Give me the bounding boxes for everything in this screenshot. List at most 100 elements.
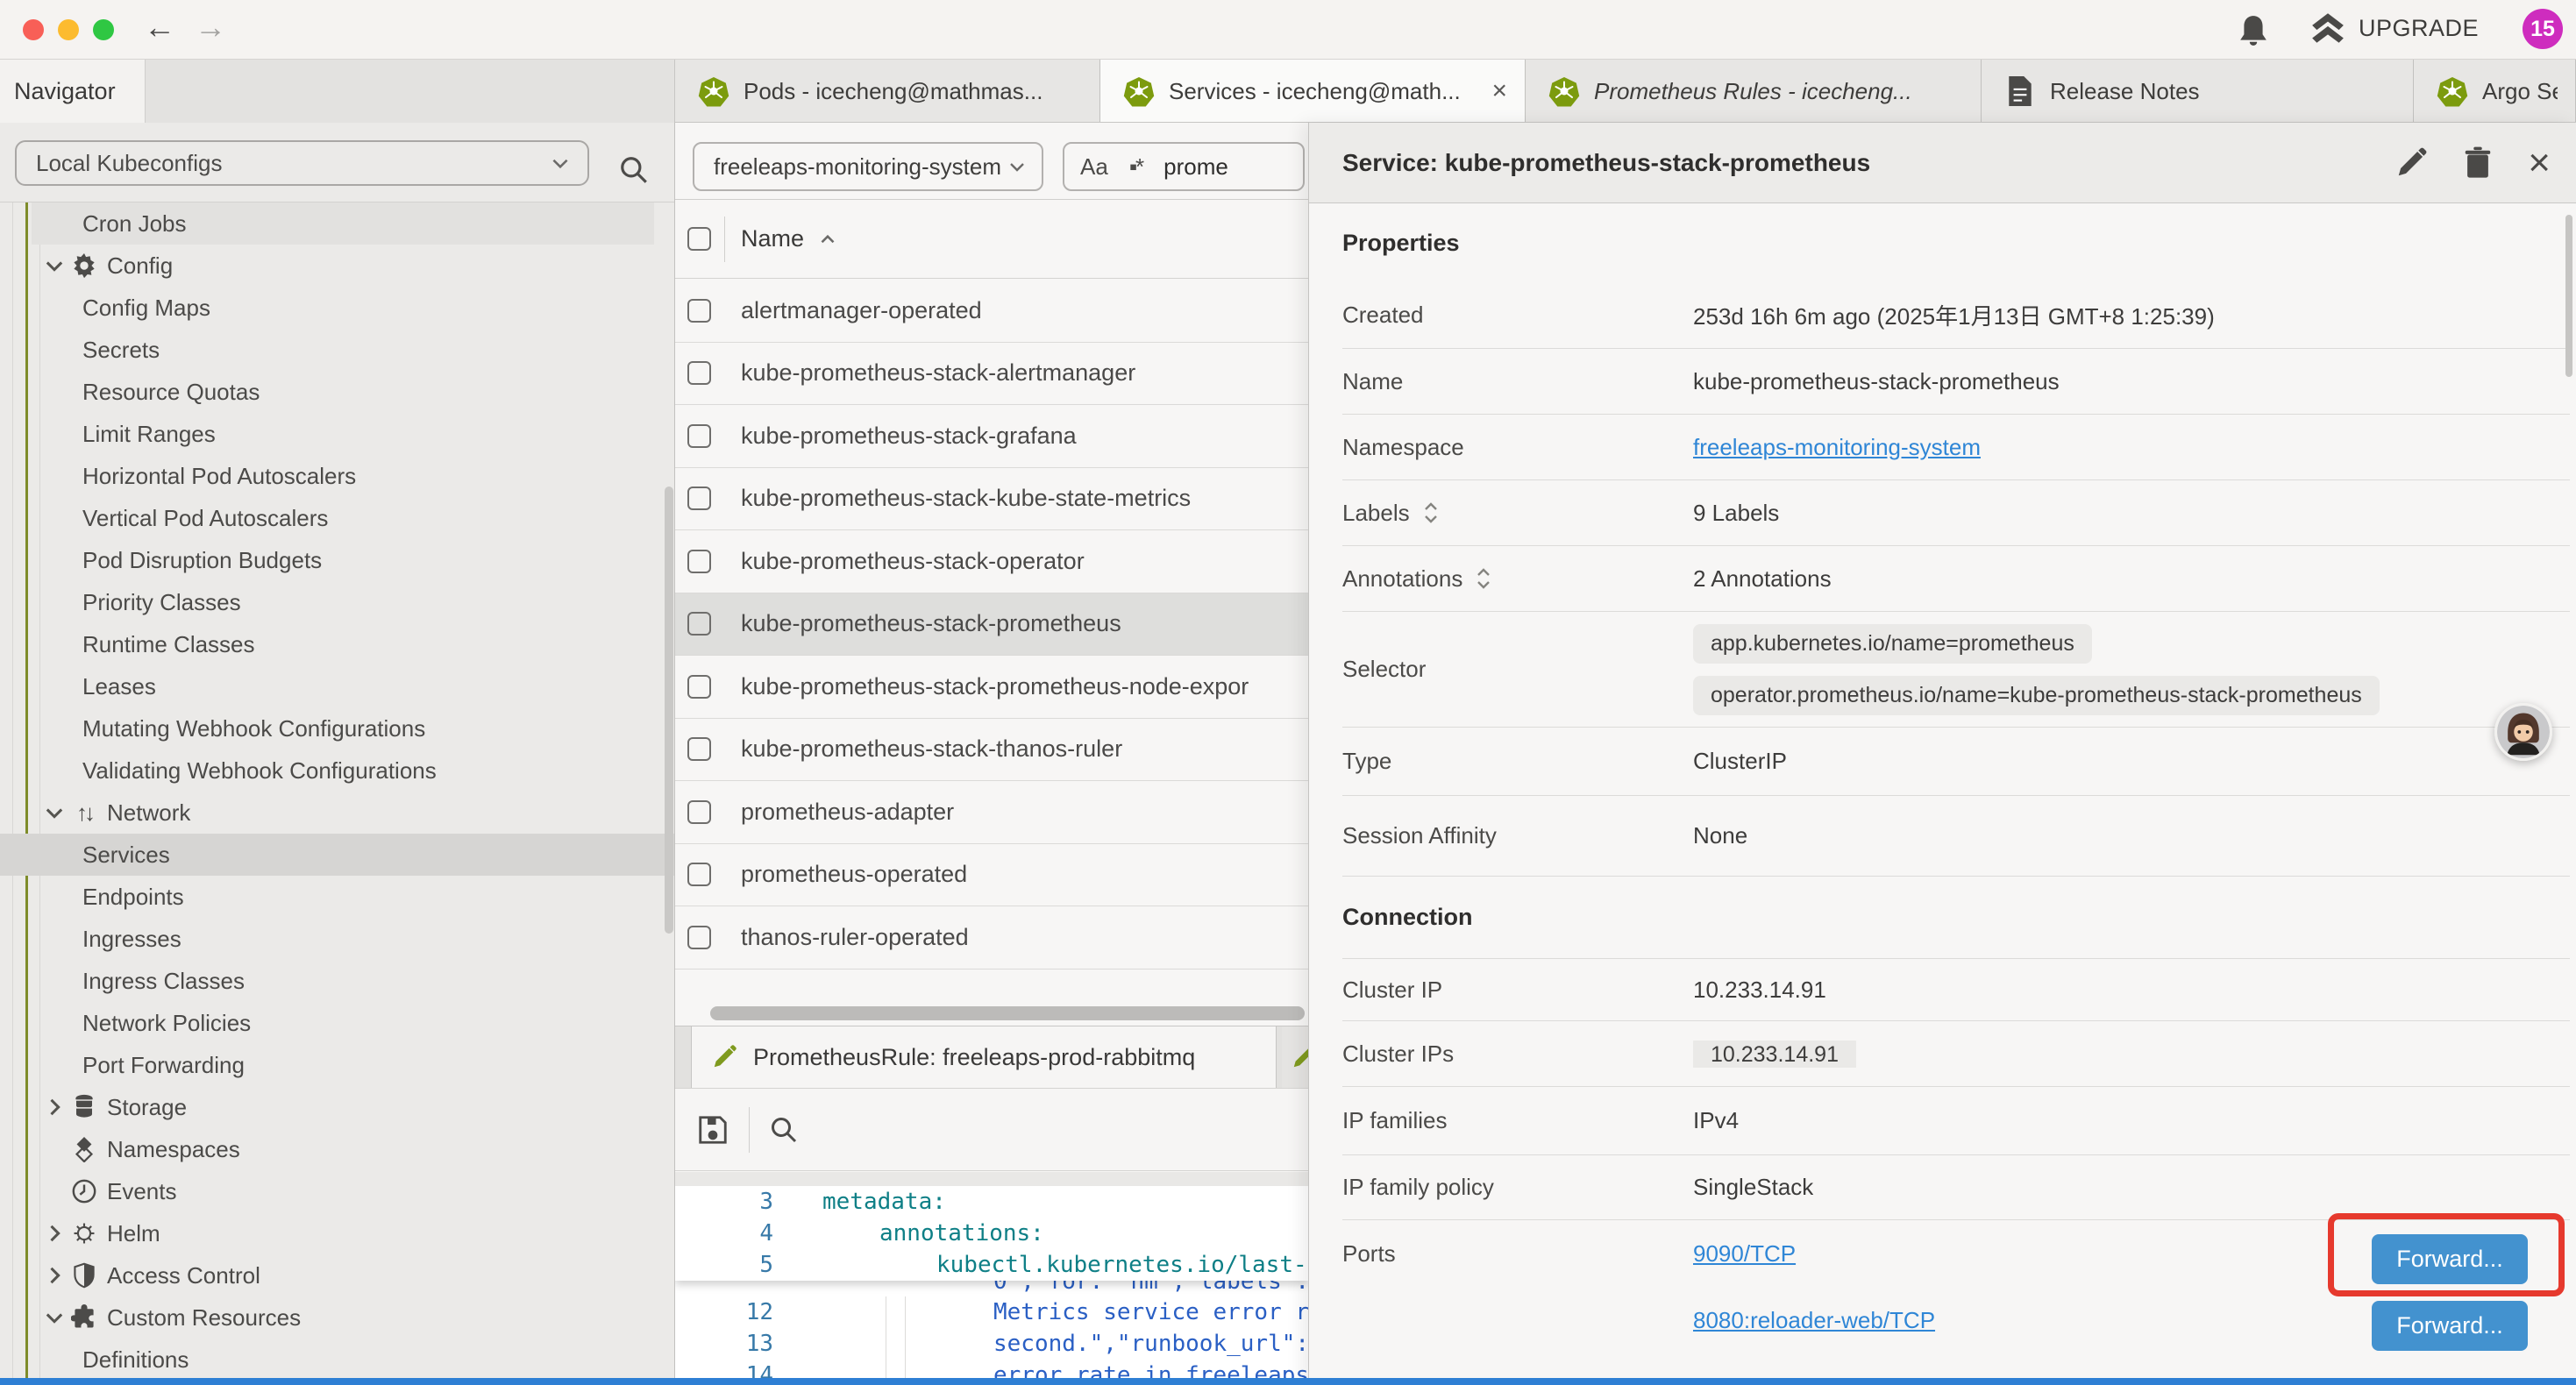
sidebar-item-ingress-classes[interactable]: Ingress Classes bbox=[0, 960, 675, 1002]
sidebar-item-namespaces[interactable]: Namespaces bbox=[0, 1128, 675, 1170]
tab-argo-se[interactable]: Argo Se bbox=[2414, 60, 2576, 123]
table-row[interactable]: kube-prometheus-stack-grafana bbox=[675, 405, 1308, 468]
namespace-link[interactable]: freeleaps-monitoring-system bbox=[1693, 434, 1981, 460]
table-row[interactable]: kube-prometheus-stack-prometheus-node-ex… bbox=[675, 656, 1308, 719]
tab-close-icon[interactable]: × bbox=[1491, 76, 1507, 106]
chevron-right-icon[interactable] bbox=[42, 1221, 67, 1246]
editor-tab-prometheusrule[interactable]: PrometheusRule: freeleaps-prod-rabbitmq bbox=[691, 1026, 1277, 1088]
sidebar-scrollbar[interactable] bbox=[665, 487, 673, 934]
chevron-right-icon[interactable] bbox=[42, 1095, 67, 1119]
tab-prometheus-rules-icecheng[interactable]: Prometheus Rules - icecheng... bbox=[1526, 60, 1982, 123]
user-avatar[interactable] bbox=[2494, 703, 2552, 761]
sort-updown-icon[interactable] bbox=[1475, 565, 1492, 592]
sidebar-item-leases[interactable]: Leases bbox=[0, 665, 675, 707]
sort-updown-icon[interactable] bbox=[1422, 500, 1440, 526]
save-icon[interactable] bbox=[696, 1113, 729, 1147]
table-row[interactable]: thanos-ruler-operated bbox=[675, 906, 1308, 970]
forward-icon[interactable]: → bbox=[195, 9, 226, 46]
sidebar-item-config[interactable]: Config bbox=[0, 245, 675, 287]
row-checkbox[interactable] bbox=[687, 612, 711, 636]
chevron-down-icon[interactable] bbox=[42, 800, 67, 825]
editor-search-icon[interactable] bbox=[769, 1115, 799, 1145]
row-checkbox[interactable] bbox=[687, 550, 711, 573]
notifications-bell-icon[interactable] bbox=[2238, 14, 2269, 47]
table-row[interactable]: kube-prometheus-stack-operator bbox=[675, 530, 1308, 593]
row-checkbox[interactable] bbox=[687, 863, 711, 886]
sidebar-item-network[interactable]: ↑↓Network bbox=[0, 792, 675, 834]
sidebar-item-runtime-classes[interactable]: Runtime Classes bbox=[0, 623, 675, 665]
table-row[interactable]: prometheus-operated bbox=[675, 844, 1308, 907]
sidebar-item-horizontal-pod-autoscalers[interactable]: Horizontal Pod Autoscalers bbox=[0, 455, 675, 497]
sidebar-item-pod-disruption-budgets[interactable]: Pod Disruption Budgets bbox=[0, 539, 675, 581]
row-checkbox[interactable] bbox=[687, 675, 711, 699]
sidebar-item-cron-jobs[interactable]: Cron Jobs bbox=[0, 202, 675, 245]
close-icon[interactable]: × bbox=[2528, 144, 2551, 182]
regex-toggle[interactable]: ▪* bbox=[1129, 153, 1142, 181]
row-checkbox[interactable] bbox=[687, 424, 711, 448]
row-checkbox[interactable] bbox=[687, 737, 711, 761]
window-close-button[interactable] bbox=[23, 19, 44, 40]
sidebar-item-resource-quotas[interactable]: Resource Quotas bbox=[0, 371, 675, 413]
sidebar-item-services[interactable]: Services bbox=[0, 834, 675, 876]
navigator-tab[interactable]: Navigator bbox=[0, 60, 146, 123]
tab-label: Pods - icecheng@mathmas... bbox=[744, 78, 1082, 105]
sidebar-item-config-maps[interactable]: Config Maps bbox=[0, 287, 675, 329]
sidebar-item-limit-ranges[interactable]: Limit Ranges bbox=[0, 413, 675, 455]
sidebar-item-ingresses[interactable]: Ingresses bbox=[0, 918, 675, 960]
table-row[interactable]: alertmanager-operated bbox=[675, 280, 1308, 343]
window-zoom-button[interactable] bbox=[93, 19, 114, 40]
row-checkbox[interactable] bbox=[687, 487, 711, 510]
forward-button[interactable]: Forward... bbox=[2372, 1234, 2528, 1284]
sidebar-item-endpoints[interactable]: Endpoints bbox=[0, 876, 675, 918]
table-row[interactable]: kube-prometheus-stack-alertmanager bbox=[675, 343, 1308, 406]
sidebar-item-custom-resources[interactable]: Custom Resources bbox=[0, 1296, 675, 1339]
namespace-filter-dropdown[interactable]: freeleaps-monitoring-system bbox=[693, 142, 1043, 191]
edit-pencil-icon[interactable] bbox=[2395, 146, 2428, 180]
table-row[interactable]: kube-prometheus-stack-kube-state-metrics bbox=[675, 468, 1308, 531]
select-all-checkbox[interactable] bbox=[687, 227, 711, 251]
sort-ascending-icon[interactable] bbox=[816, 228, 839, 251]
sidebar-item-priority-classes[interactable]: Priority Classes bbox=[0, 581, 675, 623]
chevron-down-icon[interactable] bbox=[42, 253, 67, 278]
row-checkbox[interactable] bbox=[687, 926, 711, 949]
sidebar-item-validating-webhook-configurations[interactable]: Validating Webhook Configurations bbox=[0, 749, 675, 792]
drawer-scrollbar[interactable] bbox=[2565, 215, 2572, 377]
upgrade-button[interactable]: UPGRADE bbox=[2309, 12, 2479, 44]
sidebar-item-port-forwarding[interactable]: Port Forwarding bbox=[0, 1044, 675, 1086]
row-checkbox[interactable] bbox=[687, 800, 711, 824]
row-checkbox[interactable] bbox=[687, 361, 711, 385]
chevron-right-icon[interactable] bbox=[42, 1263, 67, 1288]
tab-pods-icecheng-mathmas[interactable]: Pods - icecheng@mathmas... bbox=[675, 60, 1100, 123]
port-link[interactable]: 8080:reloader-web/TCP bbox=[1693, 1307, 1935, 1334]
table-row[interactable]: kube-prometheus-stack-thanos-ruler bbox=[675, 719, 1308, 782]
sidebar-item-network-policies[interactable]: Network Policies bbox=[0, 1002, 675, 1044]
sidebar-item-definitions[interactable]: Definitions bbox=[0, 1339, 675, 1381]
sidebar-item-mutating-webhook-configurations[interactable]: Mutating Webhook Configurations bbox=[0, 707, 675, 749]
sidebar-item-events[interactable]: Events bbox=[0, 1170, 675, 1212]
port-link[interactable]: 9090/TCP bbox=[1693, 1240, 1796, 1268]
sidebar-item-secrets[interactable]: Secrets bbox=[0, 329, 675, 371]
row-checkbox[interactable] bbox=[687, 299, 711, 323]
sidebar-item-storage[interactable]: Storage bbox=[0, 1086, 675, 1128]
notification-count-badge[interactable]: 15 bbox=[2523, 9, 2563, 49]
delete-trash-icon[interactable] bbox=[2461, 146, 2494, 180]
table-horizontal-scrollbar[interactable] bbox=[710, 1006, 1305, 1020]
sidebar-item-vertical-pod-autoscalers[interactable]: Vertical Pod Autoscalers bbox=[0, 497, 675, 539]
sidebar-search-icon[interactable] bbox=[618, 154, 650, 186]
name-column-header[interactable]: Name bbox=[741, 225, 804, 252]
tab-services-icecheng-math[interactable]: Services - icecheng@math...× bbox=[1100, 60, 1526, 123]
kubeconfig-selector[interactable]: Local Kubeconfigs bbox=[15, 140, 589, 186]
back-icon[interactable]: ← bbox=[144, 9, 175, 46]
editor-tab-partial[interactable] bbox=[1282, 1026, 1308, 1088]
tab-release-notes[interactable]: Release Notes bbox=[1982, 60, 2414, 123]
window-minimize-button[interactable] bbox=[58, 19, 79, 40]
sidebar-item-access-control[interactable]: Access Control bbox=[0, 1254, 675, 1296]
chevron-down-icon[interactable] bbox=[42, 1305, 67, 1330]
table-row[interactable]: prometheus-adapter bbox=[675, 781, 1308, 844]
table-row[interactable]: kube-prometheus-stack-prometheus bbox=[675, 593, 1308, 657]
match-case-toggle[interactable]: Aa bbox=[1080, 153, 1108, 181]
sidebar-item-helm[interactable]: Helm bbox=[0, 1212, 675, 1254]
table-search-input[interactable]: Aa ▪* prome bbox=[1063, 142, 1305, 191]
yaml-code-editor[interactable]: 3metadata:4annotations:5kubectl.kubernet… bbox=[675, 1186, 1308, 1385]
forward-button[interactable]: Forward... bbox=[2372, 1301, 2528, 1351]
